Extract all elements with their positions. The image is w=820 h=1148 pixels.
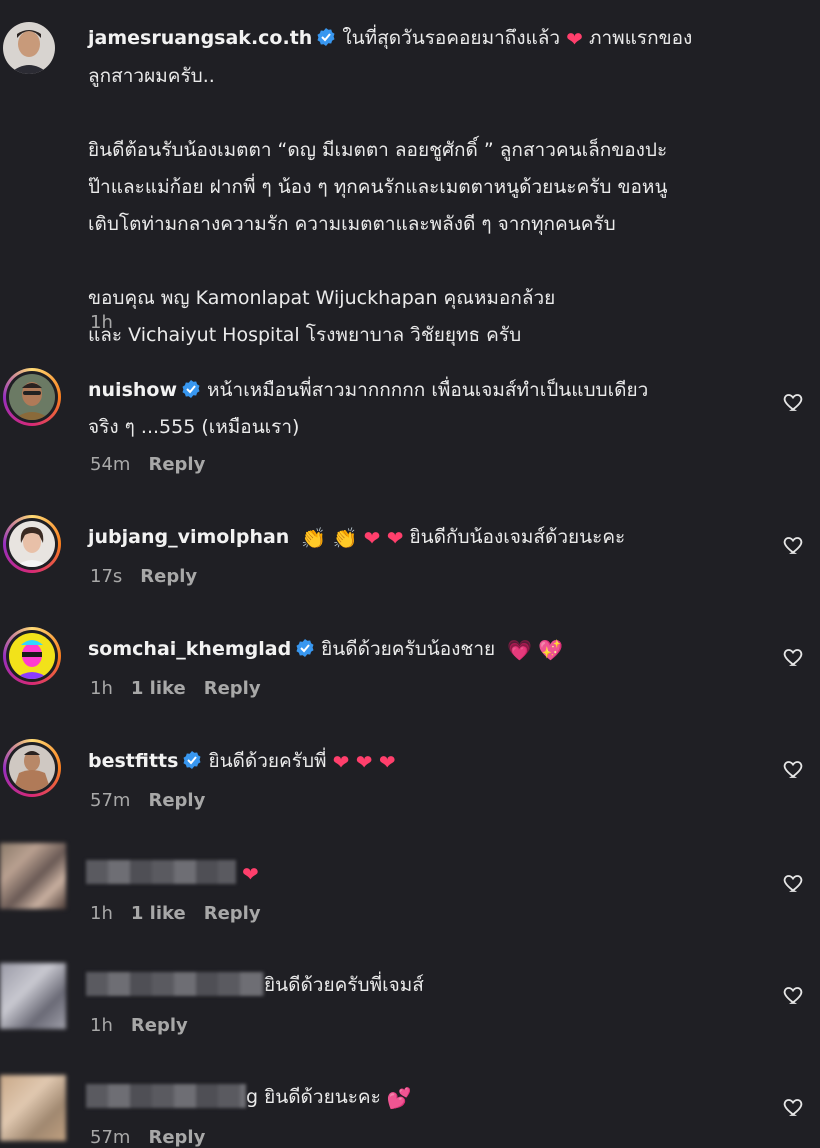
like-heart-icon[interactable] <box>782 1095 806 1119</box>
caption-line-2: ลูกสาวผมครับ.. <box>88 65 215 87</box>
comment-text: ยินดีด้วยครับพี่เจมส์ <box>264 974 424 996</box>
sparkling-heart-emoji: 💗 💖 <box>507 638 564 662</box>
story-ring[interactable] <box>3 515 61 573</box>
comment-text: หน้าเหมือนพี่สาวมากกกกก เพื่อนเจมส์ทำเป็… <box>207 379 649 401</box>
story-ring[interactable] <box>3 368 61 426</box>
avatar <box>9 633 55 679</box>
story-ring[interactable] <box>3 627 61 685</box>
comment-username[interactable]: jubjang_vimolphan <box>88 526 289 548</box>
post-time: 1h <box>90 312 113 333</box>
comment-text: ยินดีด้วยครับน้องชาย <box>321 638 496 660</box>
comment-text: g ยินดีด้วยนะคะ <box>246 1086 381 1108</box>
comment-username[interactable]: somchai_khemglad <box>88 638 291 660</box>
avatar[interactable] <box>0 843 66 909</box>
reply-button[interactable]: Reply <box>140 566 197 587</box>
comment-text: ยินดีด้วยครับพี่ <box>208 750 327 772</box>
avatar[interactable] <box>0 963 66 1029</box>
like-heart-icon[interactable] <box>782 645 806 669</box>
blurred-username <box>86 972 264 996</box>
caption-line-1b: ภาพแรกของ <box>588 27 693 49</box>
verified-badge-icon <box>182 746 202 769</box>
caption-para2-line3: เติบโตท่ามกลางความรัก ความเมตตาและพลังดี… <box>88 213 616 235</box>
reply-button[interactable]: Reply <box>131 1015 188 1036</box>
blurred-username <box>86 1084 246 1108</box>
post-author-avatar[interactable] <box>3 22 55 74</box>
heart-emoji: ❤ <box>242 862 259 886</box>
avatar <box>9 374 55 420</box>
reply-button[interactable]: Reply <box>204 903 261 924</box>
like-heart-icon[interactable] <box>782 533 806 557</box>
like-heart-icon[interactable] <box>782 983 806 1007</box>
verified-badge-icon <box>295 634 315 657</box>
two-hearts-emoji: 💕 <box>386 1086 412 1110</box>
like-heart-icon[interactable] <box>782 871 806 895</box>
heart-emoji: ❤ ❤ <box>363 526 404 550</box>
comment-meta: 1h 1 like Reply <box>90 903 279 924</box>
avatar <box>9 521 55 567</box>
blurred-username <box>86 860 236 884</box>
comment-meta: 57m Reply <box>90 790 223 811</box>
caption-line-1: ในที่สุดวันรอคอยมาถึงแล้ว <box>342 27 561 49</box>
comment-time: 17s <box>90 566 123 587</box>
clapping-hands-emoji: 👏 👏 <box>301 526 358 550</box>
like-heart-icon[interactable] <box>782 757 806 781</box>
comment-likes[interactable]: 1 like <box>131 678 186 699</box>
comment-meta: 17s Reply <box>90 566 215 587</box>
verified-badge-icon <box>181 375 201 398</box>
caption-para3-line1: ขอบคุณ พญ Kamonlapat Wijuckhapan คุณหมอก… <box>88 287 556 309</box>
comment-time: 1h <box>90 678 113 699</box>
reply-button[interactable]: Reply <box>148 454 205 475</box>
story-ring[interactable] <box>3 739 61 797</box>
post-author-username[interactable]: jamesruangsak.co.th <box>88 27 312 49</box>
reply-button[interactable]: Reply <box>148 790 205 811</box>
comment-meta: 54m Reply <box>90 454 223 475</box>
comment-meta: 1h 1 like Reply <box>90 678 279 699</box>
caption-para2-line1: ยินดีต้อนรับน้องเมตตา “ดญ มีเมตตา ลอยชูศ… <box>88 139 668 161</box>
comment-time: 57m <box>90 790 131 811</box>
verified-badge-icon <box>316 23 336 46</box>
comment-username[interactable]: bestfitts <box>88 750 178 772</box>
comment-likes[interactable]: 1 like <box>131 903 186 924</box>
comment-username[interactable]: nuishow <box>88 379 177 401</box>
caption-para2-line2: ป๊าและแม่ก้อย ฝากพี่ ๆ น้อง ๆ ทุกคนรักแล… <box>88 176 668 198</box>
comment-time: 1h <box>90 1015 113 1036</box>
avatar <box>9 745 55 791</box>
heart-emoji: ❤ <box>566 27 583 51</box>
reply-button[interactable]: Reply <box>204 678 261 699</box>
comment-text: ยินดีกับน้องเจมส์ด้วยนะคะ <box>409 526 626 548</box>
comment-meta: 1h Reply <box>90 1015 206 1036</box>
comment-time: 54m <box>90 454 131 475</box>
like-heart-icon[interactable] <box>782 390 806 414</box>
caption-para3-line2: และ Vichaiyut Hospital โรงพยาบาล วิชัยยุ… <box>88 324 522 346</box>
heart-emoji: ❤ ❤ ❤ <box>332 750 396 774</box>
comment-text-line2: จริง ๆ ...555 (เหมือนเรา) <box>88 416 300 438</box>
avatar[interactable] <box>0 1075 66 1141</box>
comment-time: 1h <box>90 903 113 924</box>
